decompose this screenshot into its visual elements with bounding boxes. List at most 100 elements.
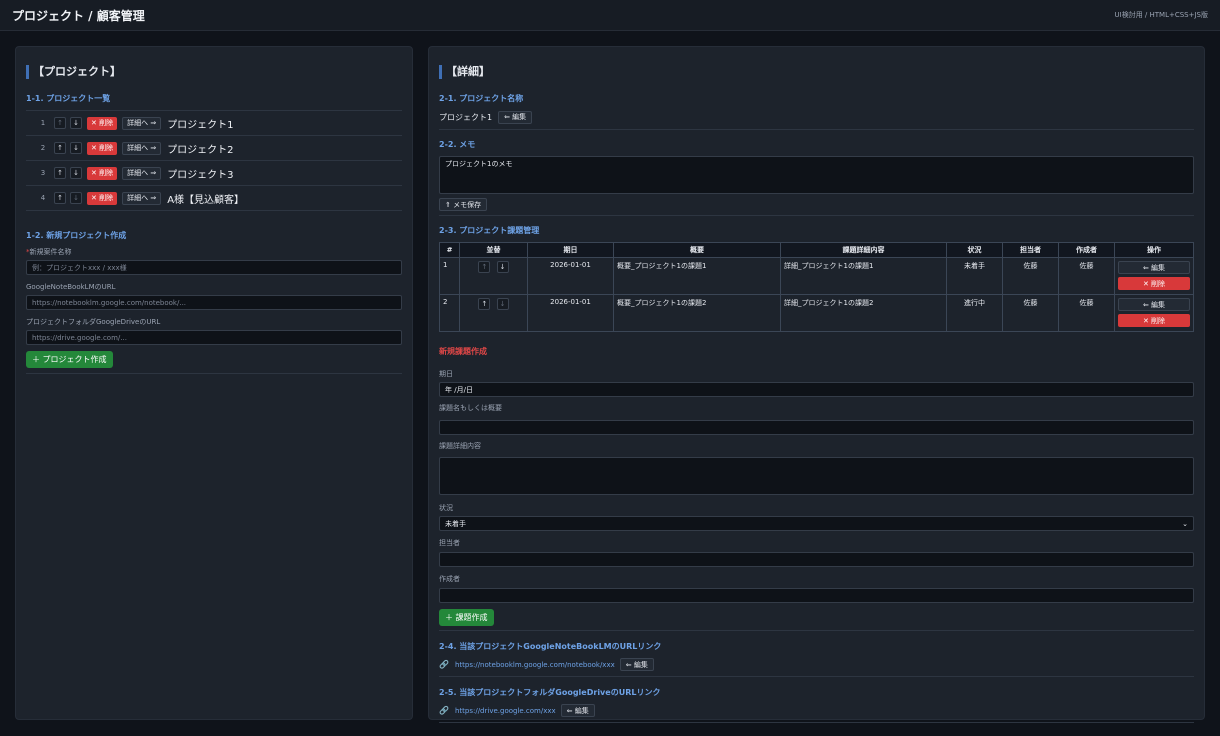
notebook-link-row: 🔗 https://notebooklm.google.com/notebook…: [439, 658, 1194, 671]
issue-summary: 概要_プロジェクト1の課題2: [613, 294, 781, 332]
notebook-url-input[interactable]: https://notebooklm.google.com/notebook/.…: [26, 295, 402, 310]
panel-title-project: 【プロジェクト】: [26, 65, 402, 79]
issue-assignee: 佐藤: [1002, 294, 1059, 332]
move-down-button[interactable]: ↓: [70, 192, 82, 204]
divider: [439, 215, 1194, 216]
col-header: 概要: [613, 242, 781, 258]
due-date-input[interactable]: 年 /月/日: [439, 382, 1194, 397]
move-up-button[interactable]: ↑: [478, 298, 491, 310]
status-select[interactable]: 未着手 ⌄: [439, 516, 1194, 531]
status-label: 状況: [439, 504, 453, 512]
sort-cell: ↑ ↓: [459, 257, 528, 295]
detail-button[interactable]: 詳細へ ⇒: [122, 141, 162, 155]
project-row: 2 ↑ ↓ ✕ 削除 詳細へ ⇒ プロジェクト2: [26, 136, 402, 161]
col-header: 課題詳細内容: [780, 242, 947, 258]
due-label: 期日: [439, 370, 453, 378]
issue-date: 2026-01-01: [527, 257, 614, 295]
notebook-link[interactable]: https://notebooklm.google.com/notebook/x…: [455, 661, 615, 669]
create-project-button[interactable]: ＋ プロジェクト作成: [26, 351, 113, 368]
project-name-input[interactable]: 例：プロジェクトxxx / xxx様: [26, 260, 402, 275]
drive-url-label: プロジェクトフォルダGoogleDriveのURL: [26, 318, 161, 326]
project-list: 1 ↑ ↓ ✕ 削除 詳細へ ⇒ プロジェクト1 2 ↑ ↓ ✕ 削除 詳細へ …: [26, 111, 402, 211]
col-header: 作成者: [1058, 242, 1115, 258]
move-down-button[interactable]: ↓: [70, 167, 82, 179]
new-issue-title: 新規課題作成: [439, 347, 487, 356]
link-icon: 🔗: [439, 706, 449, 715]
summary-input[interactable]: [439, 420, 1194, 435]
edit-drive-button[interactable]: ⇐ 編集: [560, 704, 595, 717]
divider: [439, 129, 1194, 130]
move-up-button[interactable]: ↑: [54, 117, 66, 129]
project-name-row: プロジェクト1 ⇐ 編集: [439, 110, 1194, 124]
create-issue-wrap: ＋ 課題作成: [439, 609, 1194, 626]
issue-status: 未着手: [946, 257, 1003, 295]
row-number: 2: [40, 144, 46, 152]
col-header: 操作: [1114, 242, 1194, 258]
col-header: 担当者: [1002, 242, 1059, 258]
sort-cell: ↑ ↓: [459, 294, 528, 332]
move-down-button[interactable]: ↓: [496, 261, 509, 273]
status-select-value: 未着手: [445, 519, 466, 528]
memo-textarea[interactable]: プロジェクト1のメモ: [439, 156, 1194, 194]
detail-panel: 【詳細】 2-1. プロジェクト名称 プロジェクト1 ⇐ 編集 2-2. メモ …: [428, 46, 1205, 723]
issue-status: 進行中: [946, 294, 1003, 332]
assignee-label: 担当者: [439, 539, 460, 547]
delete-button[interactable]: ✕ 削除: [87, 141, 118, 155]
panel-title-detail: 【詳細】: [439, 65, 1194, 79]
move-down-button[interactable]: ↓: [496, 298, 509, 310]
move-up-button[interactable]: ↑: [54, 192, 66, 204]
divider: [26, 373, 402, 374]
issues-section-title: 2-3. プロジェクト課題管理: [439, 226, 540, 235]
divider: [439, 722, 1194, 723]
issue-actions: ⇐ 編集 ✕ 削除: [1114, 294, 1194, 332]
table-row: 2 ↑ ↓ 2026-01-01 概要_プロジェクト1の課題2 詳細_プロジェク…: [439, 294, 1194, 332]
issue-date: 2026-01-01: [527, 294, 614, 332]
detail-button[interactable]: 詳細へ ⇒: [122, 191, 162, 205]
assignee-input[interactable]: [439, 552, 1194, 567]
project-row: 3 ↑ ↓ ✕ 削除 詳細へ ⇒ プロジェクト3: [26, 161, 402, 186]
detail-textarea[interactable]: [439, 457, 1194, 495]
delete-button[interactable]: ✕ 削除: [87, 191, 118, 205]
move-up-button[interactable]: ↑: [54, 167, 66, 179]
project-name-section-title: 2-1. プロジェクト名称: [439, 94, 524, 103]
edit-issue-button[interactable]: ⇐ 編集: [1118, 261, 1190, 274]
current-project-name: プロジェクト1: [439, 112, 493, 122]
drive-url-input[interactable]: https://drive.google.com/...: [26, 330, 402, 345]
delete-button[interactable]: ✕ 削除: [87, 166, 118, 180]
move-up-button[interactable]: ↑: [54, 142, 66, 154]
move-down-button[interactable]: ↓: [70, 117, 82, 129]
issue-summary: 概要_プロジェクト1の課題1: [613, 257, 781, 295]
create-issue-button[interactable]: ＋ 課題作成: [439, 609, 494, 626]
notebook-section-title: 2-4. 当該プロジェクトGoogleNoteBookLMのURLリンク: [439, 642, 662, 651]
move-down-button[interactable]: ↓: [70, 142, 82, 154]
issue-creator: 佐藤: [1058, 257, 1115, 295]
project-name-label-text: 新規案件名称: [29, 248, 72, 256]
project-row: 1 ↑ ↓ ✕ 削除 詳細へ ⇒ プロジェクト1: [26, 111, 402, 136]
issue-num: 2: [439, 294, 460, 332]
move-up-button[interactable]: ↑: [478, 261, 491, 273]
edit-name-button[interactable]: ⇐ 編集: [498, 110, 533, 124]
col-header: 状況: [946, 242, 1003, 258]
memo-save-wrap: ⇑ メモ保存: [439, 198, 1194, 211]
project-list-title: 1-1. プロジェクト一覧: [26, 94, 111, 103]
edit-notebook-button[interactable]: ⇐ 編集: [619, 658, 654, 671]
delete-issue-button[interactable]: ✕ 削除: [1118, 277, 1190, 290]
delete-issue-button[interactable]: ✕ 削除: [1118, 314, 1190, 327]
drive-link-row: 🔗 https://drive.google.com/xxx ⇐ 編集: [439, 704, 1194, 717]
table-header-row: # 並替 期日 概要 課題詳細内容 状況 担当者 作成者 操作: [439, 242, 1194, 258]
issues-table: # 並替 期日 概要 課題詳細内容 状況 担当者 作成者 操作 1 ↑ ↓ 20…: [439, 242, 1194, 332]
top-bar: プロジェクト / 顧客管理 UI検討用 / HTML+CSS+JS版: [0, 0, 1220, 31]
issue-detail: 詳細_プロジェクト1の課題2: [780, 294, 947, 332]
detail-button[interactable]: 詳細へ ⇒: [122, 116, 162, 130]
memo-section-title: 2-2. メモ: [439, 140, 476, 149]
create-project-wrap: ＋ プロジェクト作成: [26, 351, 402, 368]
drive-link[interactable]: https://drive.google.com/xxx: [455, 707, 556, 715]
creator-input[interactable]: [439, 588, 1194, 603]
memo-save-button[interactable]: ⇑ メモ保存: [439, 198, 488, 211]
edit-issue-button[interactable]: ⇐ 編集: [1118, 298, 1190, 311]
divider: [439, 630, 1194, 631]
detail-button[interactable]: 詳細へ ⇒: [122, 166, 162, 180]
delete-button[interactable]: ✕ 削除: [87, 116, 118, 130]
col-header: 期日: [527, 242, 614, 258]
table-row: 1 ↑ ↓ 2026-01-01 概要_プロジェクト1の課題1 詳細_プロジェク…: [439, 257, 1194, 295]
